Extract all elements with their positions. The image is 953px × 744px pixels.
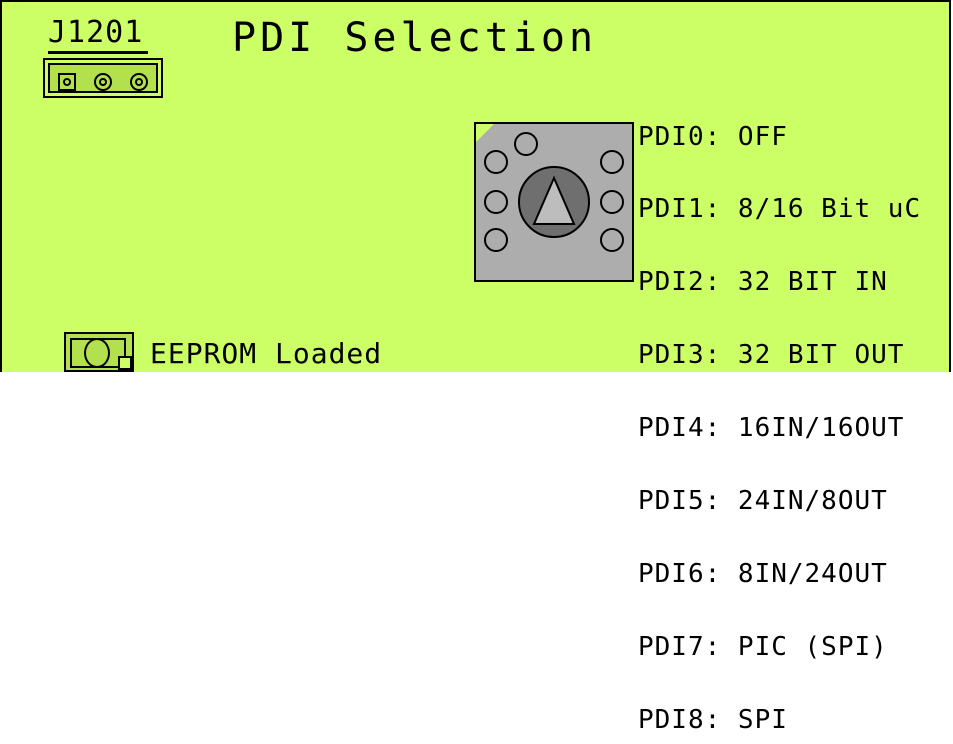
pin-2-icon <box>94 73 112 91</box>
connector-label: J1201 <box>48 15 144 50</box>
pin-1-square-icon <box>58 73 76 91</box>
pin-header-j1201[interactable] <box>43 58 163 98</box>
switch-contact-icon <box>484 150 508 174</box>
pdi-option: PDI6: 8IN/24OUT <box>638 558 888 589</box>
switch-contact-icon <box>600 150 624 174</box>
switch-contact-icon <box>484 190 508 214</box>
connector-label-underline <box>48 51 148 54</box>
pdi-option: PDI5: 24IN/8OUT <box>638 486 888 517</box>
page-title: PDI Selection <box>232 15 598 61</box>
pdi-options-list: PDI0: OFF PDI1: 8/16 Bit uC PDI2: 32 BIT… <box>638 76 921 744</box>
arrow-up-icon <box>532 175 576 225</box>
switch-corner-marker <box>476 124 494 142</box>
pdi-option: PDI4: 16IN/16OUT <box>638 413 905 444</box>
pdi-option: PDI2: 32 BIT IN <box>638 267 888 298</box>
led-label: EEPROM Loaded <box>150 337 383 370</box>
switch-contact-icon <box>484 228 508 252</box>
pin-3-icon <box>130 73 148 91</box>
pdi-option: PDI1: 8/16 Bit uC <box>638 194 922 225</box>
pdi-option: PDI7: PIC (SPI) <box>638 631 888 662</box>
switch-dial[interactable] <box>518 166 590 238</box>
led-pad-icon <box>118 356 132 370</box>
eeprom-led <box>64 332 134 372</box>
rotary-switch[interactable] <box>474 122 634 282</box>
led-lens-icon <box>84 338 110 368</box>
pdi-option: PDI0: OFF <box>638 121 788 152</box>
pcb-board: J1201 PDI Selection PDI0: OFF PDI1: 8/16… <box>0 0 951 733</box>
switch-contact-icon <box>600 228 624 252</box>
pdi-option: PDI3: 32 BIT OUT <box>638 340 905 371</box>
switch-contact-icon <box>600 190 624 214</box>
switch-contact-icon <box>514 132 538 156</box>
pin-header-body <box>48 63 158 93</box>
pdi-option: PDI8: SPI <box>638 704 788 735</box>
